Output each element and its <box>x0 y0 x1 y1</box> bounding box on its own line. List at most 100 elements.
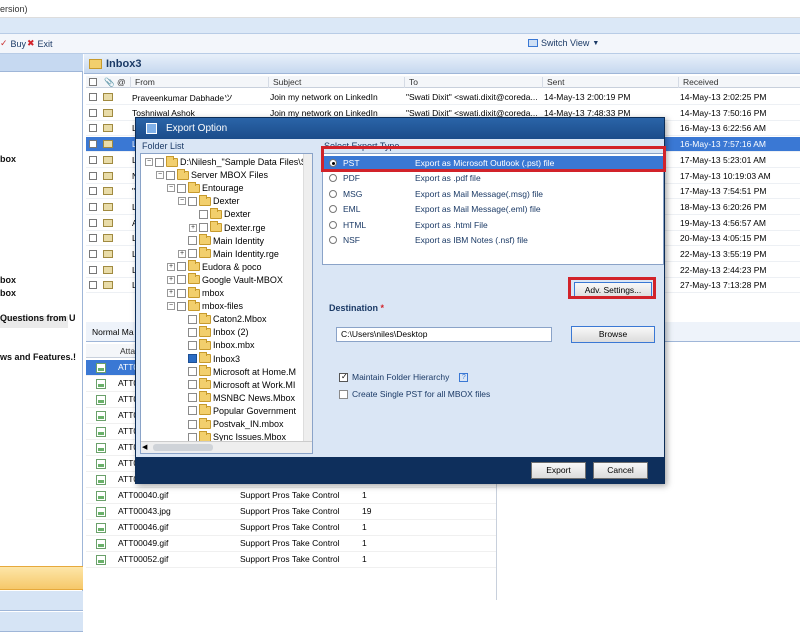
export-type-radio[interactable] <box>329 236 337 244</box>
col-received[interactable]: Received <box>678 77 800 88</box>
tree-checkbox[interactable] <box>166 170 175 180</box>
tree-checkbox[interactable] <box>188 340 197 350</box>
collapse-icon[interactable]: − <box>145 158 153 166</box>
collapse-icon[interactable]: − <box>178 197 186 206</box>
switch-view-button[interactable]: Switch View ▼ <box>528 38 599 48</box>
tree-checkbox[interactable] <box>177 301 186 311</box>
tree-checkbox[interactable] <box>188 419 197 429</box>
tree-node[interactable]: + Google Vault-MBOX <box>167 273 283 286</box>
export-type-radio[interactable] <box>329 220 337 229</box>
tree-checkbox[interactable] <box>177 183 186 193</box>
row-checkbox[interactable] <box>89 155 97 164</box>
expand-icon[interactable]: + <box>178 249 186 258</box>
export-type-option[interactable]: PDF Export as .pdf file <box>323 171 663 185</box>
collapse-icon[interactable]: − <box>167 184 175 193</box>
tree-checkbox[interactable] <box>188 314 197 324</box>
nav-button[interactable] <box>0 612 83 632</box>
nav-button[interactable] <box>0 591 83 611</box>
tree-node[interactable]: + Main Identity.rge <box>178 247 279 260</box>
single-pst-option[interactable]: Create Single PST for all MBOX files <box>339 389 490 399</box>
tree-checkbox[interactable] <box>188 354 197 363</box>
tree-node[interactable]: Caton2.Mbox <box>178 312 267 325</box>
tree-checkbox[interactable] <box>177 275 186 285</box>
attachment-row[interactable]: ATT00046.gif Support Pros Take Control 1 <box>86 520 496 536</box>
attachment-row[interactable]: ATT00043.jpg Support Pros Take Control 19 <box>86 504 496 520</box>
expand-icon[interactable]: + <box>167 275 175 284</box>
attachment-row[interactable]: ATT00049.gif Support Pros Take Control 1 <box>86 536 496 552</box>
cancel-button[interactable]: Cancel <box>593 462 648 479</box>
maintain-hierarchy-checkbox[interactable]: ✓ <box>339 372 348 382</box>
collapse-icon[interactable]: − <box>167 302 175 311</box>
row-checkbox[interactable] <box>89 202 97 211</box>
browse-button[interactable]: Browse <box>571 326 655 343</box>
expand-icon[interactable]: + <box>167 262 175 271</box>
help-icon[interactable]: ? <box>459 372 469 382</box>
tree-checkbox[interactable] <box>188 249 197 259</box>
tree-checkbox[interactable] <box>188 393 197 403</box>
select-all-checkbox[interactable] <box>89 78 97 86</box>
export-type-radio[interactable] <box>329 189 337 198</box>
tree-node[interactable]: − D:\Nilesh_"Sample Data Files\Se <box>145 155 312 168</box>
row-checkbox[interactable] <box>89 140 97 149</box>
row-checkbox[interactable] <box>89 124 97 133</box>
tree-node[interactable]: − Server MBOX Files <box>156 168 268 181</box>
collapse-icon[interactable]: − <box>156 171 164 180</box>
tree-node[interactable]: Dexter <box>189 207 251 220</box>
col-subject[interactable]: Subject <box>268 77 406 88</box>
flag-col-icon[interactable]: @ <box>113 77 126 88</box>
tree-node[interactable]: Inbox.mbx <box>178 338 255 351</box>
tree-checkbox[interactable] <box>188 380 197 390</box>
row-checkbox[interactable] <box>89 250 97 258</box>
tab-normal[interactable]: Normal Ma <box>92 327 134 337</box>
export-button[interactable]: Export <box>531 462 586 479</box>
buy-button[interactable]: ✓ Buy <box>0 38 26 49</box>
expand-icon[interactable]: + <box>167 289 175 297</box>
attachment-row[interactable]: ATT00052.gif Support Pros Take Control 1 <box>86 552 496 568</box>
tree-node[interactable]: Main Identity <box>178 234 264 247</box>
tree-node[interactable]: Postvak_IN.mbox <box>178 417 284 430</box>
tree-node[interactable]: MSNBC News.Mbox <box>178 391 295 404</box>
export-type-option[interactable]: NSF Export as IBM Notes (.nsf) file <box>323 233 663 247</box>
row-checkbox[interactable] <box>89 265 97 274</box>
destination-input[interactable]: C:\Users\niles\Desktop <box>336 327 552 342</box>
row-checkbox[interactable] <box>89 171 97 180</box>
row-checkbox[interactable] <box>89 218 97 227</box>
tree-checkbox[interactable] <box>199 223 208 232</box>
left-pane-item[interactable]: ws and Features.! <box>0 352 82 362</box>
row-checkbox[interactable] <box>89 281 97 290</box>
tree-node[interactable]: + Eudora & poco <box>167 260 262 273</box>
export-type-option[interactable]: EML Export as Mail Message(.eml) file <box>323 202 663 216</box>
tree-node[interactable]: − mbox-files <box>167 299 243 312</box>
tree-checkbox[interactable] <box>177 262 186 272</box>
col-attachment[interactable]: Atta <box>120 346 135 356</box>
tree-node[interactable]: + mbox <box>167 286 224 299</box>
left-pane-item[interactable]: box <box>0 288 82 298</box>
left-pane-item[interactable]: box <box>0 275 82 285</box>
tree-checkbox[interactable] <box>199 209 208 219</box>
nav-button-active[interactable] <box>0 566 83 590</box>
scroll-thumb[interactable] <box>153 444 213 451</box>
tree-node[interactable]: − Entourage <box>167 181 244 194</box>
tree-node[interactable]: Popular Government <box>178 404 296 417</box>
tree-checkbox[interactable] <box>188 196 197 206</box>
tree-checkbox[interactable] <box>188 327 197 337</box>
tree-node[interactable]: Inbox (2) <box>178 325 249 338</box>
message-row[interactable]: Praveenkumar Dabhadeツ Join my network on … <box>86 90 800 105</box>
tree-checkbox[interactable] <box>155 157 164 167</box>
tree-checkbox[interactable] <box>177 288 186 298</box>
row-checkbox[interactable] <box>89 187 97 196</box>
row-checkbox[interactable] <box>89 234 97 243</box>
col-from[interactable]: From <box>130 77 268 88</box>
tree-checkbox[interactable] <box>188 367 197 377</box>
export-type-option[interactable]: MSG Export as Mail Message(.msg) file <box>323 187 663 201</box>
tree-node[interactable]: Inbox3 <box>178 352 240 365</box>
attachment-row[interactable]: ATT00040.gif Support Pros Take Control 1 <box>86 488 496 504</box>
tree-checkbox[interactable] <box>188 406 197 416</box>
tree-node[interactable]: + Dexter.rge <box>189 221 266 234</box>
tree-node[interactable]: Microsoft at Home.M <box>178 365 296 378</box>
exit-button[interactable]: ✖ Exit <box>27 38 53 49</box>
export-type-option[interactable]: HTML Export as .html File <box>323 218 663 232</box>
scroll-left-icon[interactable]: ◀ <box>142 443 147 451</box>
tree-node[interactable]: − Dexter <box>178 194 240 207</box>
row-checkbox[interactable] <box>89 93 97 101</box>
